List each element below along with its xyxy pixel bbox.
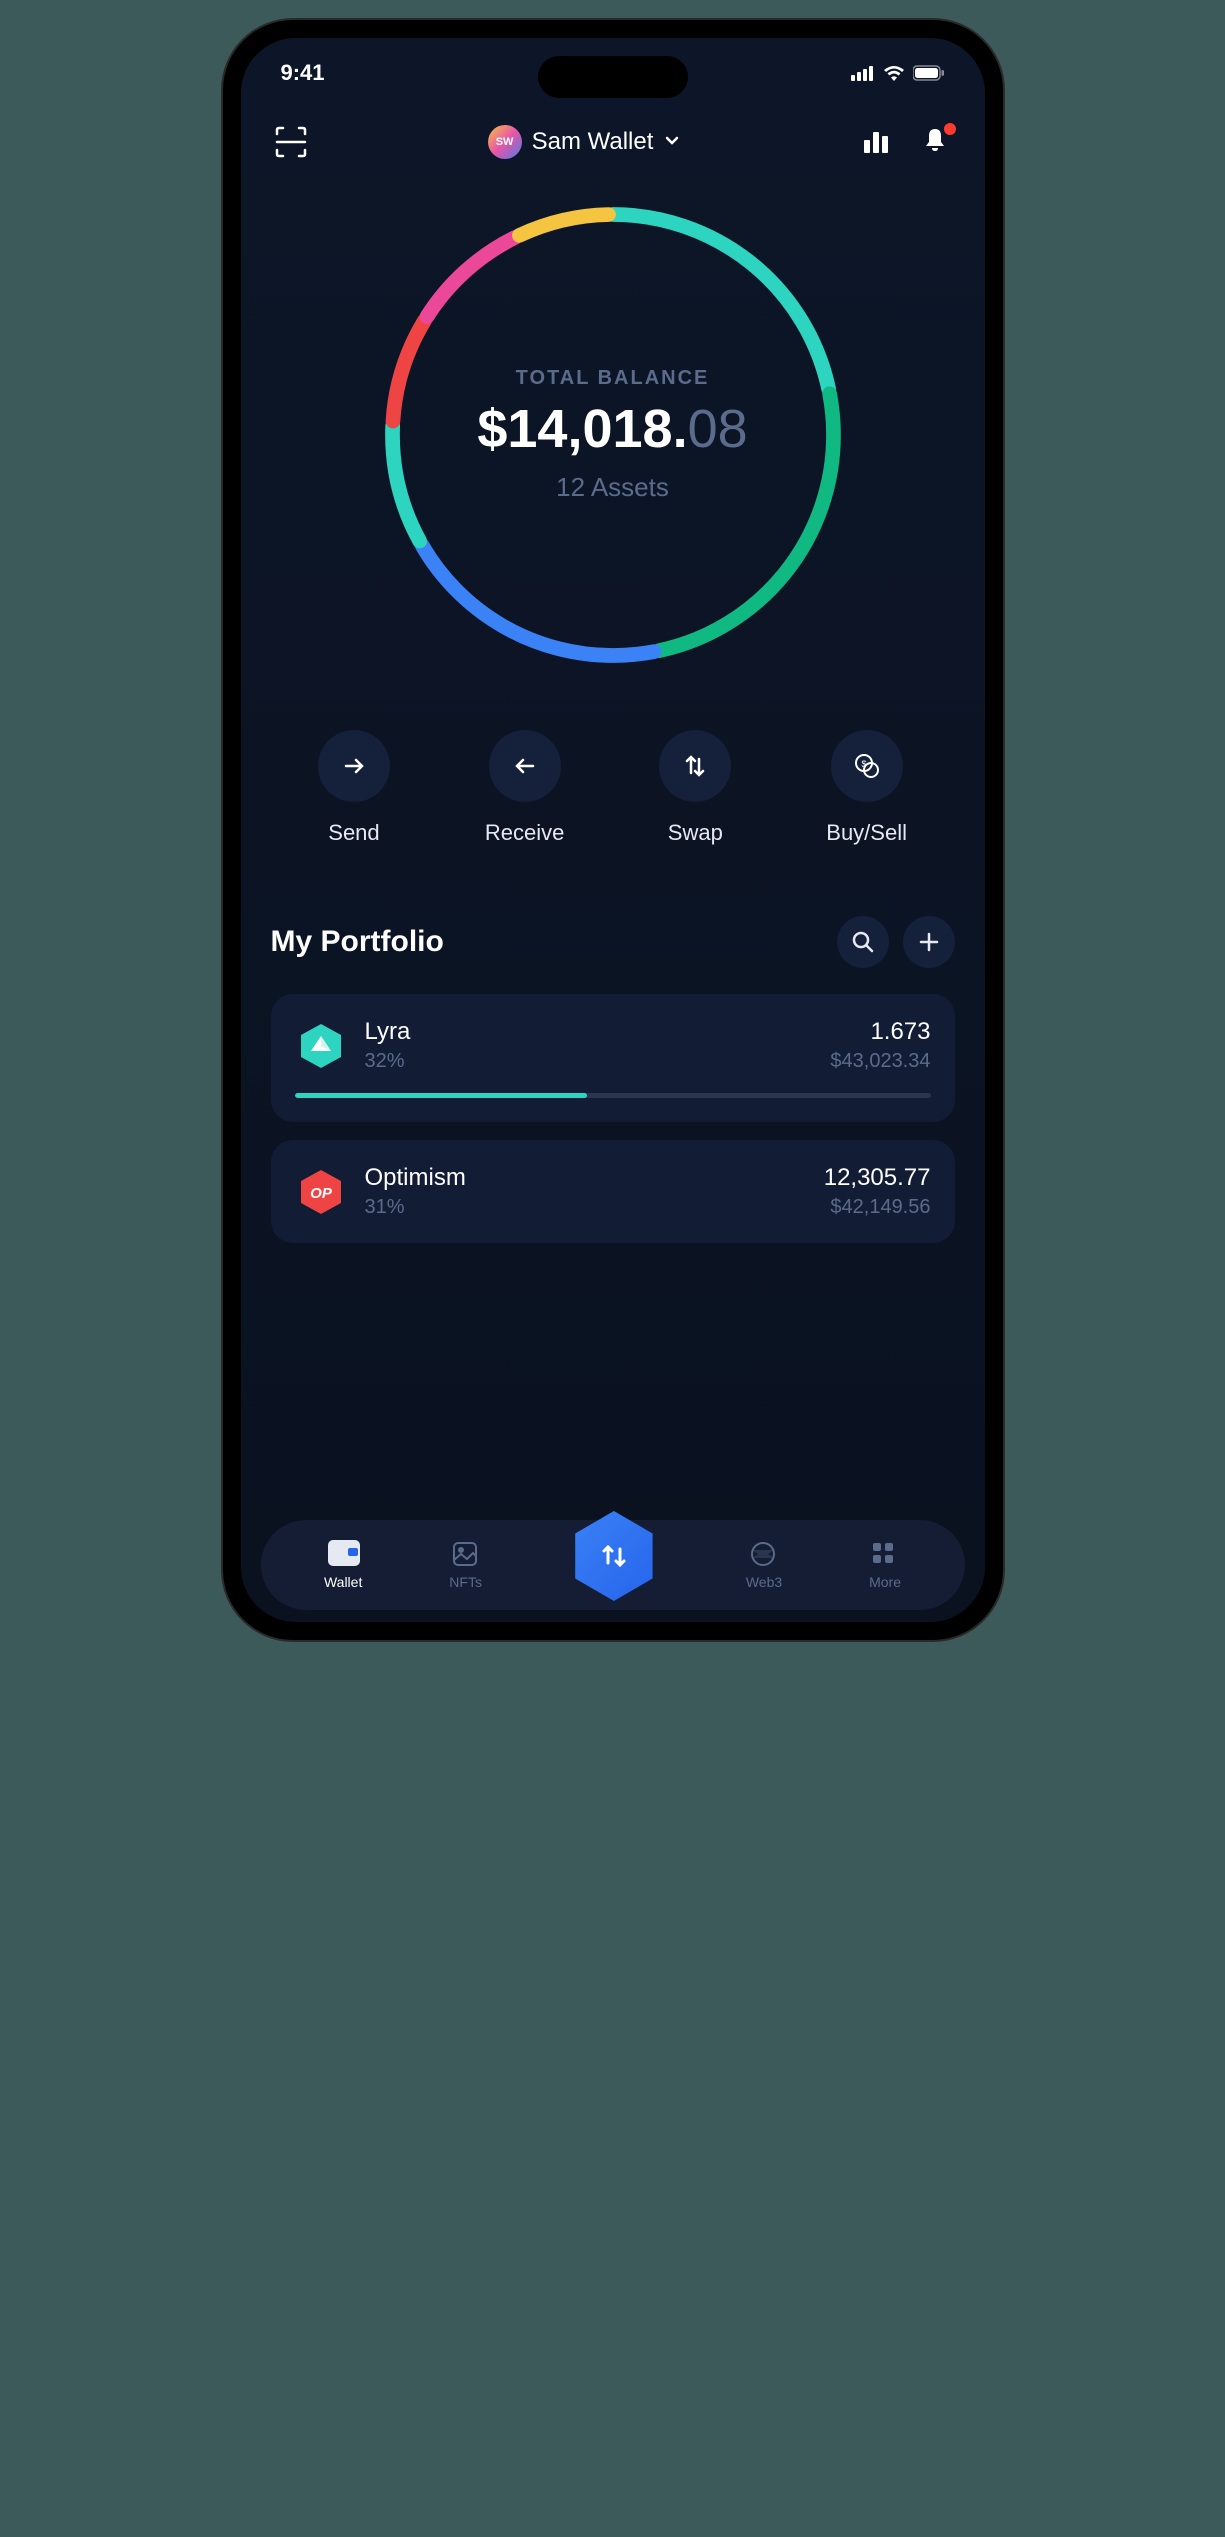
portfolio-section: My Portfolio Lyra 32% 1.673 $43,023.34 OP Opt… <box>241 846 985 1243</box>
signal-icon <box>851 65 875 81</box>
search-button[interactable] <box>837 916 889 968</box>
nav-web3[interactable]: Web3 <box>746 1540 782 1590</box>
svg-text:$: $ <box>861 759 866 769</box>
avatar-initials: SW <box>496 136 514 148</box>
asset-progress <box>295 1093 931 1098</box>
add-button[interactable] <box>903 916 955 968</box>
balance-donut[interactable]: TOTAL BALANCE $14,018.08 12 Assets <box>368 190 858 680</box>
grid-icon <box>870 1540 900 1570</box>
arrow-right-icon <box>318 730 390 802</box>
asset-name: Optimism <box>365 1164 806 1192</box>
image-icon <box>451 1540 481 1570</box>
chart-icon[interactable] <box>861 126 893 158</box>
swap-button[interactable]: Swap <box>659 730 731 846</box>
donut-center: TOTAL BALANCE $14,018.08 12 Assets <box>477 367 747 503</box>
portfolio-title: My Portfolio <box>271 925 444 959</box>
assets-count: 12 Assets <box>477 472 747 503</box>
nav-wallet[interactable]: Wallet <box>324 1540 362 1590</box>
wallet-name: Sam Wallet <box>532 128 654 156</box>
coin-icon: $ <box>831 730 903 802</box>
arrow-left-icon <box>489 730 561 802</box>
app-header: SW Sam Wallet <box>241 96 985 160</box>
svg-text:OP: OP <box>310 1185 333 1202</box>
asset-icon: OP <box>295 1166 347 1218</box>
asset-name: Lyra <box>365 1018 813 1046</box>
phone-screen: 9:41 SW Sam Wallet <box>241 38 985 1622</box>
portfolio-header: My Portfolio <box>271 916 955 968</box>
balance-label: TOTAL BALANCE <box>477 367 747 390</box>
battery-icon <box>913 65 945 81</box>
buy-sell-button[interactable]: $ Buy/Sell <box>826 730 907 846</box>
status-time: 9:41 <box>281 60 325 86</box>
send-button[interactable]: Send <box>318 730 390 846</box>
asset-percent: 31% <box>365 1196 806 1219</box>
notification-badge <box>944 123 956 135</box>
asset-card[interactable]: Lyra 32% 1.673 $43,023.34 <box>271 994 955 1122</box>
swap-icon <box>659 730 731 802</box>
chevron-down-icon <box>663 131 681 154</box>
wallet-selector[interactable]: SW Sam Wallet <box>488 125 682 159</box>
notch <box>538 56 688 98</box>
asset-icon <box>295 1020 347 1072</box>
nav-nfts[interactable]: NFTs <box>449 1540 482 1590</box>
bell-icon[interactable] <box>921 126 953 158</box>
avatar: SW <box>488 125 522 159</box>
globe-icon <box>749 1540 779 1570</box>
phone-frame: 9:41 SW Sam Wallet <box>223 20 1003 1640</box>
action-row: Send Receive Swap $ Buy/Sell <box>241 680 985 846</box>
bottom-nav: Wallet NFTs Web3 More <box>261 1520 965 1610</box>
asset-usd: $43,023.34 <box>830 1050 930 1073</box>
balance-amount: $14,018.08 <box>477 398 747 460</box>
asset-percent: 32% <box>365 1050 813 1073</box>
scan-icon[interactable] <box>273 124 309 160</box>
asset-card[interactable]: OP Optimism 31% 12,305.77 $42,149.56 <box>271 1140 955 1243</box>
nav-center-swap[interactable] <box>569 1511 659 1601</box>
wallet-icon <box>328 1540 358 1570</box>
nav-more[interactable]: More <box>869 1540 901 1590</box>
asset-amount: 1.673 <box>830 1018 930 1046</box>
asset-amount: 12,305.77 <box>824 1164 931 1192</box>
receive-button[interactable]: Receive <box>485 730 564 846</box>
wifi-icon <box>883 65 905 81</box>
asset-usd: $42,149.56 <box>824 1196 931 1219</box>
